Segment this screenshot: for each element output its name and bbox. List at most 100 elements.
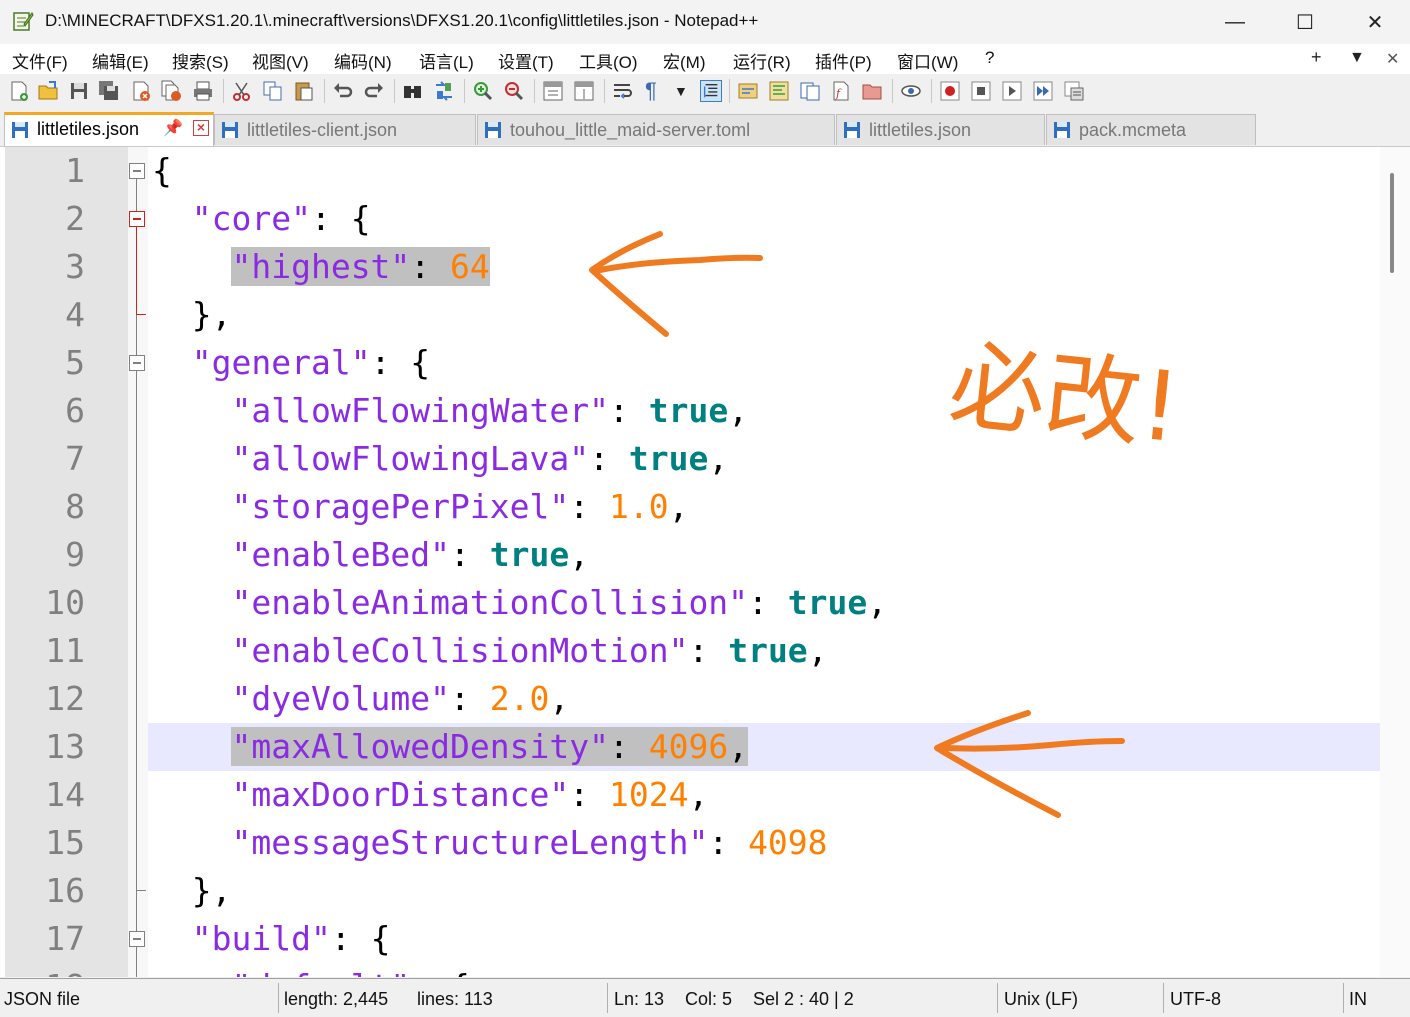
open-file-icon[interactable] [37, 80, 59, 102]
code-line[interactable]: 15 "messageStructureLength": 4098 [0, 819, 1380, 867]
code-line[interactable]: 12 "dyeVolume": 2.0, [0, 675, 1380, 723]
code-line[interactable]: 18 "default": { [0, 963, 1380, 977]
find-icon[interactable] [402, 80, 424, 102]
code-line[interactable]: 2 "core": { [0, 195, 1380, 243]
zoom-out-icon[interactable] [503, 80, 525, 102]
status-line-number: Ln: 13 [614, 989, 665, 1009]
tab-littletiles-json-2[interactable]: littletiles.json [836, 114, 1045, 145]
code-line[interactable]: 14 "maxDoorDistance": 1024, [0, 771, 1380, 819]
save-macro-icon[interactable] [1063, 80, 1085, 102]
tab-pack-mcmeta[interactable]: pack.mcmeta [1046, 114, 1256, 145]
show-all-characters-icon[interactable]: ¶ [645, 80, 667, 102]
play-macro-icon[interactable] [1001, 80, 1023, 102]
code-line[interactable]: 1{ [0, 147, 1380, 195]
document-list-icon[interactable] [799, 80, 821, 102]
menu-window[interactable]: 窗口(W) [897, 48, 958, 73]
code-text: "allowFlowingWater": true, [152, 387, 748, 435]
word-wrap-icon[interactable] [612, 80, 634, 102]
status-encoding[interactable]: UTF-8 [1170, 989, 1221, 1010]
tab-touhou-little-maid-server-toml[interactable]: touhou_little_maid-server.toml [477, 114, 835, 145]
code-line[interactable]: 3 "highest": 64 [0, 243, 1380, 291]
json-key: "enableAnimationCollision" [231, 583, 749, 622]
menu-encoding[interactable]: 编码(N) [334, 48, 392, 73]
code-line[interactable]: 6 "allowFlowingWater": true, [0, 387, 1380, 435]
minimize-button[interactable]: — [1200, 0, 1270, 44]
vertical-scrollbar[interactable] [1380, 147, 1410, 977]
code-line[interactable]: 13 "maxAllowedDensity": 4096, [0, 723, 1380, 771]
close-document-button[interactable]: ✕ [1386, 49, 1399, 69]
run-macro-multiple-icon[interactable] [1032, 80, 1054, 102]
code-line[interactable]: 9 "enableBed": true, [0, 531, 1380, 579]
scrollbar-thumb[interactable] [1390, 173, 1394, 273]
json-punctuation: , [867, 583, 888, 622]
menu-search[interactable]: 搜索(S) [172, 48, 229, 73]
code-line[interactable]: 5 "general": { [0, 339, 1380, 387]
tab-list-dropdown[interactable]: ▼ [1349, 49, 1365, 67]
tab-label: littletiles.json [869, 120, 972, 140]
maximize-button[interactable]: ☐ [1270, 0, 1340, 44]
cut-icon[interactable] [231, 80, 253, 102]
record-macro-icon[interactable] [939, 80, 961, 102]
menu-view[interactable]: 视图(V) [252, 48, 309, 73]
code-text: "default": { [152, 963, 469, 977]
close-button[interactable]: ✕ [1340, 0, 1410, 44]
folder-workspace-icon[interactable] [861, 80, 883, 102]
status-eol[interactable]: Unix (LF) [1004, 989, 1078, 1010]
tab-bar: littletiles.json 📌 × littletiles-client.… [0, 110, 1410, 147]
code-line[interactable]: 10 "enableAnimationCollision": true, [0, 579, 1380, 627]
add-tab-button[interactable]: + [1311, 47, 1322, 68]
menu-file[interactable]: 文件(F) [12, 48, 68, 73]
json-key: "allowFlowingLava" [231, 439, 590, 478]
menu-edit[interactable]: 编辑(E) [92, 48, 149, 73]
save-icon[interactable] [68, 80, 90, 102]
user-defined-language-icon[interactable] [737, 80, 759, 102]
undo-icon[interactable] [332, 80, 354, 102]
menu-tools[interactable]: 工具(O) [579, 48, 638, 73]
close-tab-icon[interactable]: × [193, 120, 209, 136]
paste-icon[interactable] [293, 80, 315, 102]
saved-file-icon [1054, 122, 1070, 138]
menu-macro[interactable]: 宏(M) [663, 48, 705, 73]
menu-language[interactable]: 语言(L) [419, 48, 474, 73]
copy-icon[interactable] [262, 80, 284, 102]
code-line[interactable]: 17 "build": { [0, 915, 1380, 963]
tab-label: touhou_little_maid-server.toml [510, 120, 751, 140]
code-line[interactable]: 8 "storagePerPixel": 1.0, [0, 483, 1380, 531]
sync-horizontal-icon[interactable] [573, 80, 595, 102]
line-number: 16 [45, 871, 85, 910]
menu-help[interactable]: ? [985, 48, 994, 68]
save-all-icon[interactable] [98, 80, 120, 102]
tab-littletiles-client-json[interactable]: littletiles-client.json [214, 114, 476, 145]
function-list-icon[interactable]: f [830, 80, 852, 102]
menu-run[interactable]: 运行(R) [733, 48, 791, 73]
new-file-icon[interactable] [8, 80, 30, 102]
zoom-in-icon[interactable] [472, 80, 494, 102]
print-icon[interactable] [192, 80, 214, 102]
indent-guide-icon[interactable] [700, 80, 722, 102]
close-file-icon[interactable] [130, 80, 152, 102]
menu-settings[interactable]: 设置(T) [498, 48, 554, 73]
tab-littletiles-json[interactable]: littletiles.json 📌 × [4, 112, 214, 146]
pin-icon[interactable]: 📌 [163, 118, 183, 138]
code-text: "enableBed": true, [152, 531, 589, 579]
code-line[interactable]: 7 "allowFlowingLava": true, [0, 435, 1380, 483]
sync-vertical-icon[interactable] [542, 80, 564, 102]
code-line[interactable]: 11 "enableCollisionMotion": true, [0, 627, 1380, 675]
json-punctuation: : { [330, 919, 391, 958]
status-separator [997, 983, 998, 1013]
stop-macro-icon[interactable] [970, 80, 992, 102]
chevron-down-icon[interactable]: ▼ [674, 80, 696, 102]
menu-bar: 文件(F) 编辑(E) 搜索(S) 视图(V) 编码(N) 语言(L) 设置(T… [0, 44, 1410, 74]
line-number: 1 [65, 151, 85, 190]
json-number: 2.0 [489, 679, 550, 718]
code-line[interactable]: 4 }, [0, 291, 1380, 339]
monitoring-eye-icon[interactable] [900, 80, 922, 102]
document-map-icon[interactable] [768, 80, 790, 102]
code-line[interactable]: 16 }, [0, 867, 1380, 915]
code-text: "storagePerPixel": 1.0, [152, 483, 688, 531]
menu-plugins[interactable]: 插件(P) [815, 48, 872, 73]
close-all-icon[interactable] [160, 80, 182, 102]
redo-icon[interactable] [363, 80, 385, 102]
code-editor[interactable]: 1{2 "core": {3 "highest": 64 4 }, 5 "gener… [0, 147, 1410, 977]
replace-icon[interactable] [433, 80, 455, 102]
